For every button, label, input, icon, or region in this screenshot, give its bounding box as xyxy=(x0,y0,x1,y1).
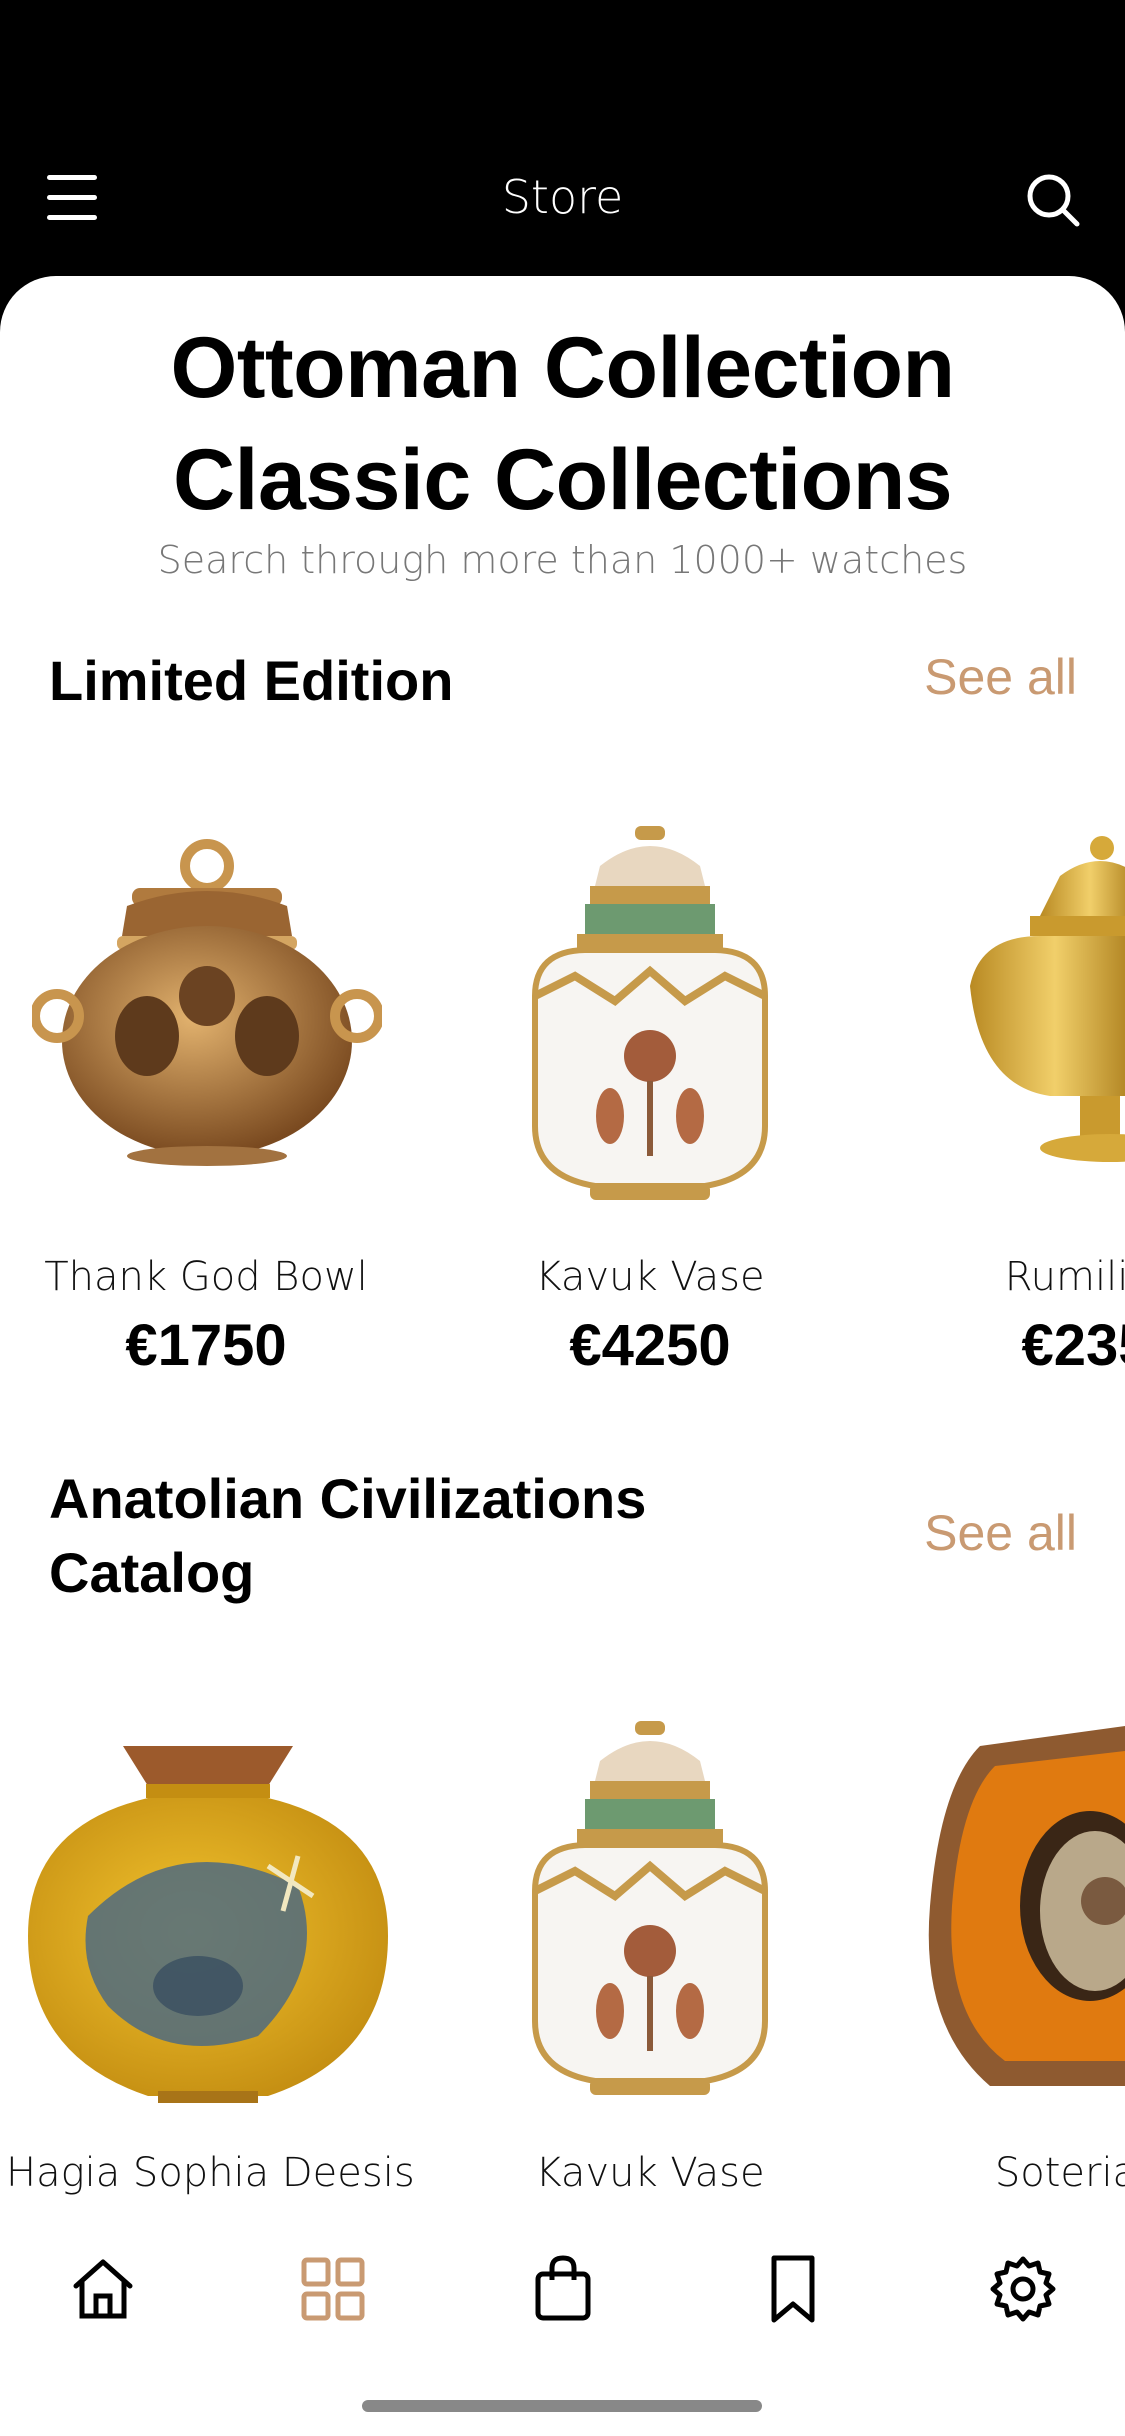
hero-title-line1: Ottoman Collection xyxy=(170,320,955,416)
shopping-bag-icon[interactable] xyxy=(528,2254,598,2324)
section-title-anatolian-line1: Anatolian Civilizations xyxy=(49,1467,647,1530)
settings-icon[interactable] xyxy=(988,2254,1058,2324)
top-navigation-bar: Store xyxy=(0,0,1125,280)
home-icon[interactable] xyxy=(68,2254,138,2324)
product-name[interactable]: Rumili K xyxy=(886,1254,1125,1300)
page-title: Store xyxy=(501,170,624,224)
product-name[interactable]: Soteria V xyxy=(886,2150,1125,2196)
soteria-image[interactable] xyxy=(920,1726,1125,2106)
rumili-cup-image[interactable] xyxy=(960,836,1125,1176)
bookmark-icon[interactable] xyxy=(758,2254,828,2324)
hagia-sophia-vase-image[interactable] xyxy=(28,1746,388,2106)
see-all-anatolian-link[interactable]: See all xyxy=(924,1504,1077,1562)
product-name[interactable]: Kavuk Vase xyxy=(450,1254,850,1300)
section-title-anatolian-line2: Catalog xyxy=(49,1541,255,1604)
product-name[interactable]: Thank God Bowl xyxy=(6,1254,406,1300)
content-sheet: Ottoman Collection Classic Collections S… xyxy=(0,276,1125,2436)
search-icon[interactable] xyxy=(1025,170,1081,230)
see-all-limited-edition-link[interactable]: See all xyxy=(924,648,1077,706)
product-name[interactable]: Hagia Sophia Deesis xyxy=(6,2150,415,2196)
section-title-limited-edition: Limited Edition xyxy=(49,649,454,712)
product-name[interactable]: Kavuk Vase xyxy=(450,2150,850,2196)
kavuk-vase-image-2[interactable] xyxy=(515,1721,785,2101)
product-price: €4250 xyxy=(569,1313,731,1378)
home-indicator xyxy=(362,2400,762,2412)
store-screen: Store Ottoman Collection Classic Collect… xyxy=(0,0,1125,2436)
thank-god-bowl-image[interactable] xyxy=(30,836,384,1176)
kavuk-vase-image[interactable] xyxy=(515,826,785,1206)
hero-subtitle: Search through more than 1000+ watches xyxy=(157,538,968,582)
product-price: €1750 xyxy=(125,1313,287,1378)
hero-title-line2: Classic Collections xyxy=(172,432,953,528)
grid-icon[interactable] xyxy=(298,2254,368,2324)
product-price: €235 xyxy=(1021,1313,1125,1378)
